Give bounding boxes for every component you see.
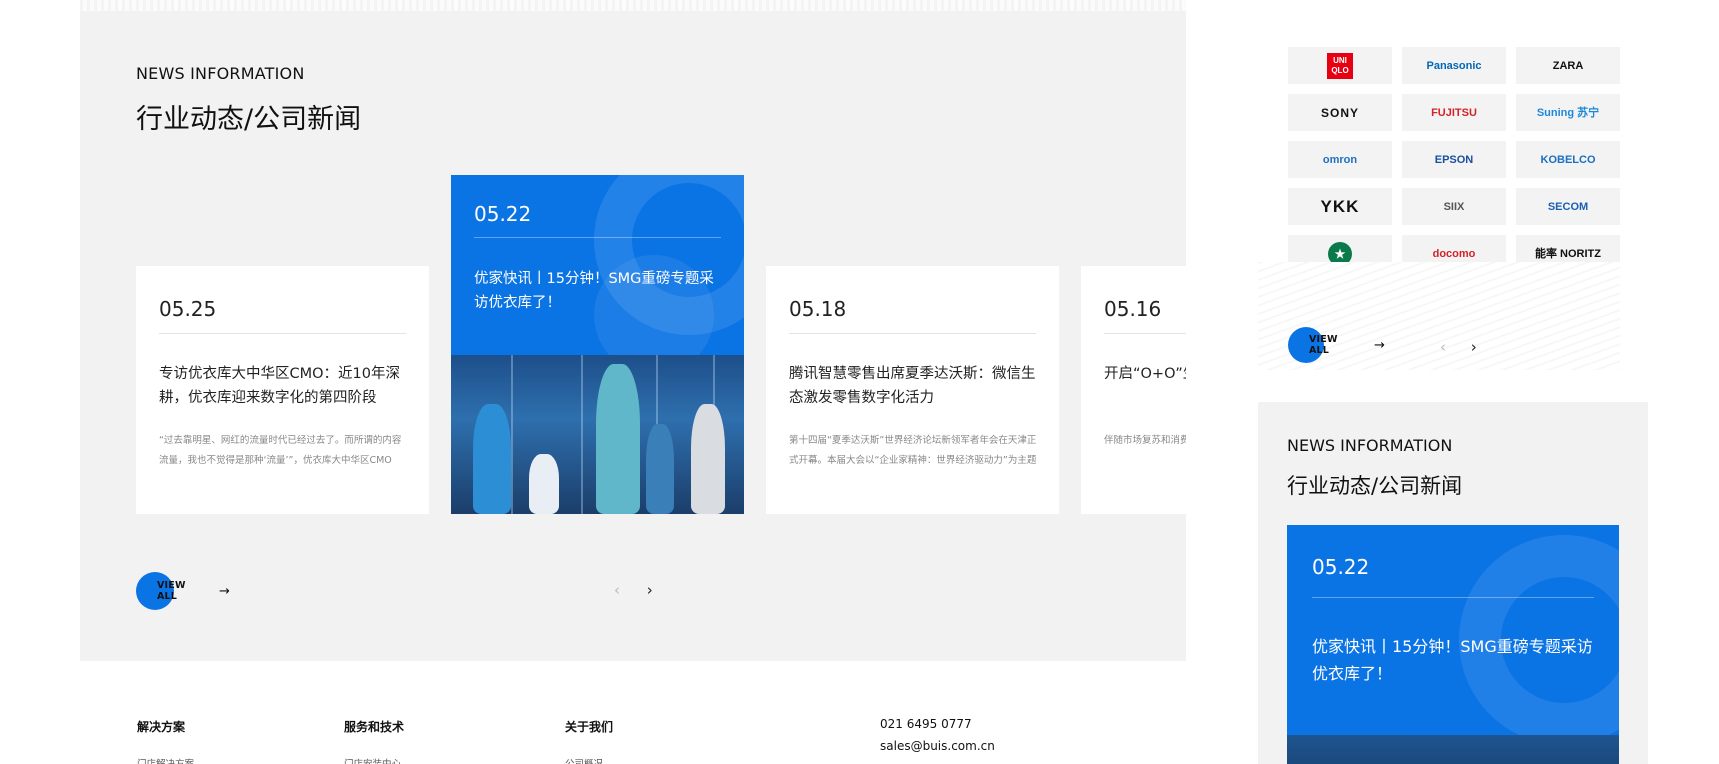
partner-logo-text: Panasonic xyxy=(1426,59,1482,72)
view-all-label: VIEW ALL xyxy=(157,580,186,602)
partner-logo-text: SIIX xyxy=(1443,200,1465,213)
news-card-featured[interactable]: 05.22 优家快讯丨15分钟！SMG重磅专题采访优衣库了！ xyxy=(1287,525,1619,764)
store-display-photo xyxy=(1287,735,1619,764)
news-headline[interactable]: 腾讯智慧零售出席夏季达沃斯：微信生态激发零售数字化活力 xyxy=(789,362,1039,410)
news-headline[interactable]: 专访优衣库大中华区CMO：近10年深耕，优衣库迎来数字化的第四阶段 xyxy=(159,362,409,410)
news-card[interactable]: 05.16 开启“O+O”生态私域，24小时 伴随市场复苏和消费上付费会员、覆盖… xyxy=(1081,266,1186,514)
partners-view-all-button[interactable]: VIEW ALL → xyxy=(1288,327,1385,363)
footer-phone[interactable]: 021 6495 0777 xyxy=(880,717,972,731)
partner-logo-text: UNI QLO xyxy=(1327,52,1353,79)
partner-logo-text: FUJITSU xyxy=(1431,106,1477,119)
news-card[interactable]: 05.25 专访优衣库大中华区CMO：近10年深耕，优衣库迎来数字化的第四阶段 … xyxy=(136,266,429,514)
footer-link[interactable]: 门店安装中心 xyxy=(344,756,401,764)
news-excerpt: 伴随市场复苏和消费上付费会员、覆盖九 xyxy=(1104,435,1186,446)
divider xyxy=(159,333,406,334)
news-eyebrow: NEWS INFORMATION xyxy=(1287,436,1453,455)
news-headline[interactable]: 优家快讯丨15分钟！SMG重磅专题采访优衣库了！ xyxy=(474,267,721,315)
partner-logo-epson[interactable]: EPSON xyxy=(1402,141,1506,178)
decorative-top-strip xyxy=(80,0,1186,11)
partner-logo-text: KOBELCO xyxy=(1540,153,1596,166)
news-excerpt: “过去靠明星、网红的流量时代已经过去了。而所谓的内容流量，我也不觉得是那种‘流量… xyxy=(159,435,402,466)
partner-logo-zara[interactable]: ZARA xyxy=(1516,47,1620,84)
footer-email[interactable]: sales@buis.com.cn xyxy=(880,739,995,753)
partner-logo-text: 能率 NORITZ xyxy=(1535,247,1601,260)
partner-logo-panasonic[interactable]: Panasonic xyxy=(1402,47,1506,84)
partner-logo-text: EPSON xyxy=(1434,153,1474,166)
footer-link[interactable]: 公司概况 xyxy=(565,756,603,764)
partners-pager: ‹ › xyxy=(1440,338,1477,356)
chevron-left-icon[interactable]: ‹ xyxy=(614,581,620,599)
view-all-button[interactable]: VIEW ALL → xyxy=(136,572,230,610)
partner-logo-secom[interactable]: SECOM xyxy=(1516,188,1620,225)
news-title: 行业动态/公司新闻 xyxy=(136,104,362,135)
footer-heading-services: 服务和技术 xyxy=(344,720,405,734)
partner-logo-uniqlo[interactable]: UNI QLO xyxy=(1288,47,1392,84)
news-headline[interactable]: 优家快讯丨15分钟！SMG重磅专题采访优衣库了！ xyxy=(1312,633,1594,687)
news-excerpt: 第十四届“夏季达沃斯”世界经济论坛新领军者年会在天津正式开幕。本届大会以“企业家… xyxy=(789,435,1037,466)
news-title: 行业动态/公司新闻 xyxy=(1287,474,1463,498)
partner-logo-text: YKK xyxy=(1320,196,1360,216)
chevron-left-icon[interactable]: ‹ xyxy=(1440,338,1446,356)
partner-logo-ykk[interactable]: YKK xyxy=(1288,188,1392,225)
partner-logo-text: docomo xyxy=(1432,247,1476,260)
partner-logo-text: SONY xyxy=(1320,105,1359,120)
news-date: 05.22 xyxy=(1312,555,1370,579)
partner-logo-omron[interactable]: omron xyxy=(1288,141,1392,178)
partner-logo-text: SECOM xyxy=(1547,200,1589,213)
news-date: 05.22 xyxy=(474,202,532,226)
partner-logo-fujitsu[interactable]: FUJITSU xyxy=(1402,94,1506,131)
news-card-featured[interactable]: 05.22 优家快讯丨15分钟！SMG重磅专题采访优衣库了！ xyxy=(451,175,744,514)
divider xyxy=(474,237,721,238)
news-section: NEWS INFORMATION 行业动态/公司新闻 05.25 专访优衣库大中… xyxy=(80,11,1186,661)
partner-logo-sony[interactable]: SONY xyxy=(1288,94,1392,131)
side-news-section: NEWS INFORMATION 行业动态/公司新闻 05.22 优家快讯丨15… xyxy=(1258,402,1648,764)
partner-logo-text: ZARA xyxy=(1552,59,1584,72)
carousel-pager: ‹ › xyxy=(614,581,653,599)
arrow-right-icon: → xyxy=(219,583,230,599)
partner-logo-kobelco[interactable]: KOBELCO xyxy=(1516,141,1620,178)
store-display-photo xyxy=(451,355,744,514)
news-eyebrow: NEWS INFORMATION xyxy=(136,64,305,83)
view-all-label: VIEW ALL xyxy=(1309,334,1338,356)
partner-logo-suning[interactable]: Suning 苏宁 xyxy=(1516,94,1620,131)
news-date: 05.16 xyxy=(1104,297,1162,321)
partner-logo-siix[interactable]: SIIX xyxy=(1402,188,1506,225)
news-date: 05.18 xyxy=(789,297,847,321)
news-card[interactable]: 05.18 腾讯智慧零售出席夏季达沃斯：微信生态激发零售数字化活力 第十四届“夏… xyxy=(766,266,1059,514)
chevron-right-icon[interactable]: › xyxy=(1471,338,1477,356)
divider xyxy=(1312,597,1594,598)
divider xyxy=(1104,333,1186,334)
partner-logo-text: omron xyxy=(1322,153,1358,166)
divider xyxy=(789,333,1036,334)
partner-logo-text: Suning 苏宁 xyxy=(1536,106,1600,119)
chevron-right-icon[interactable]: › xyxy=(647,581,653,599)
news-headline[interactable]: 开启“O+O”生态私域，24小时 xyxy=(1104,362,1186,386)
news-date: 05.25 xyxy=(159,297,217,321)
footer-heading-about: 关于我们 xyxy=(565,720,614,734)
footer-heading-solutions: 解决方案 xyxy=(137,720,186,734)
footer-link[interactable]: 门店解决方案 xyxy=(137,756,194,764)
arrow-right-icon: → xyxy=(1374,337,1385,353)
